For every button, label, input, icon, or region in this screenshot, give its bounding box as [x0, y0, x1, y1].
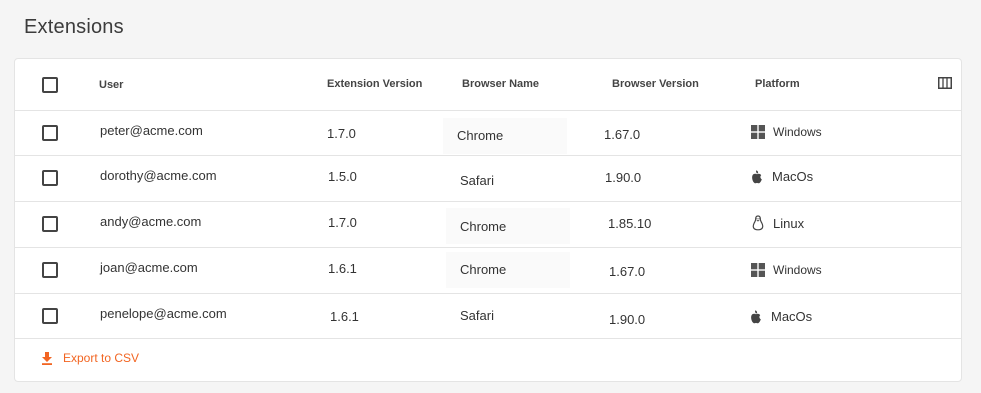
extensions-table-card: User Extension Version Browser Name Brow…	[14, 58, 962, 382]
table-row[interactable]: penelope@acme.com 1.6.1 Safari 1.90.0 Ma…	[15, 294, 961, 339]
page-title: Extensions	[24, 16, 124, 38]
extension-version: 1.6.1	[330, 309, 359, 324]
row-checkbox[interactable]	[42, 170, 58, 186]
column-header-browser-version[interactable]: Browser Version	[612, 78, 699, 90]
browser-version: 1.67.0	[609, 264, 646, 279]
extension-version: 1.7.0	[328, 215, 357, 230]
extension-version: 1.7.0	[327, 126, 356, 141]
column-header-browser-name[interactable]: Browser Name	[462, 78, 539, 90]
row-checkbox[interactable]	[42, 216, 58, 232]
browser-name: Safari	[460, 173, 494, 188]
windows-icon	[751, 263, 765, 277]
table-row[interactable]: peter@acme.com 1.7.0 Chrome 1.67.0 Windo…	[15, 110, 961, 156]
browser-name: Chrome	[457, 128, 504, 143]
table-row[interactable]: joan@acme.com 1.6.1 Chrome 1.67.0 Window…	[15, 248, 961, 294]
table-row[interactable]: andy@acme.com 1.7.0 Chrome 1.85.10 Linux	[15, 202, 961, 248]
platform-name: MacOs	[772, 169, 814, 184]
user-email: joan@acme.com	[100, 260, 198, 275]
windows-icon	[751, 125, 765, 139]
browser-name: Safari	[460, 308, 494, 323]
extension-version: 1.6.1	[328, 261, 357, 276]
select-all-checkbox[interactable]	[42, 77, 58, 93]
browser-version: 1.85.10	[608, 216, 652, 231]
table-row[interactable]: dorothy@acme.com 1.5.0 Safari 1.90.0 Mac…	[15, 156, 961, 202]
platform-name: Linux	[773, 216, 805, 231]
browser-name: Chrome	[460, 262, 507, 277]
row-checkbox[interactable]	[42, 262, 58, 278]
row-checkbox[interactable]	[42, 308, 58, 324]
row-checkbox[interactable]	[42, 125, 58, 141]
column-header-user[interactable]: User	[99, 79, 123, 91]
download-icon	[42, 352, 52, 365]
browser-version: 1.90.0	[605, 170, 642, 185]
apple-icon	[751, 310, 761, 324]
browser-version: 1.67.0	[604, 127, 641, 142]
user-email: andy@acme.com	[100, 214, 202, 229]
user-email: peter@acme.com	[100, 123, 203, 138]
column-header-platform[interactable]: Platform	[755, 78, 800, 90]
columns-icon[interactable]	[938, 77, 952, 89]
platform-name: Windows	[773, 263, 822, 277]
table-header-row: User Extension Version Browser Name Brow…	[15, 59, 961, 111]
browser-name: Chrome	[460, 219, 507, 234]
column-header-extension-version[interactable]: Extension Version	[327, 78, 422, 90]
user-email: penelope@acme.com	[100, 306, 227, 321]
platform-name: Windows	[773, 125, 822, 139]
linux-icon	[752, 215, 764, 231]
apple-icon	[752, 170, 762, 184]
extension-version: 1.5.0	[328, 169, 357, 184]
browser-version: 1.90.0	[609, 312, 646, 327]
platform-name: MacOs	[771, 309, 813, 324]
user-email: dorothy@acme.com	[100, 168, 217, 183]
export-label: Export to CSV	[63, 351, 140, 365]
